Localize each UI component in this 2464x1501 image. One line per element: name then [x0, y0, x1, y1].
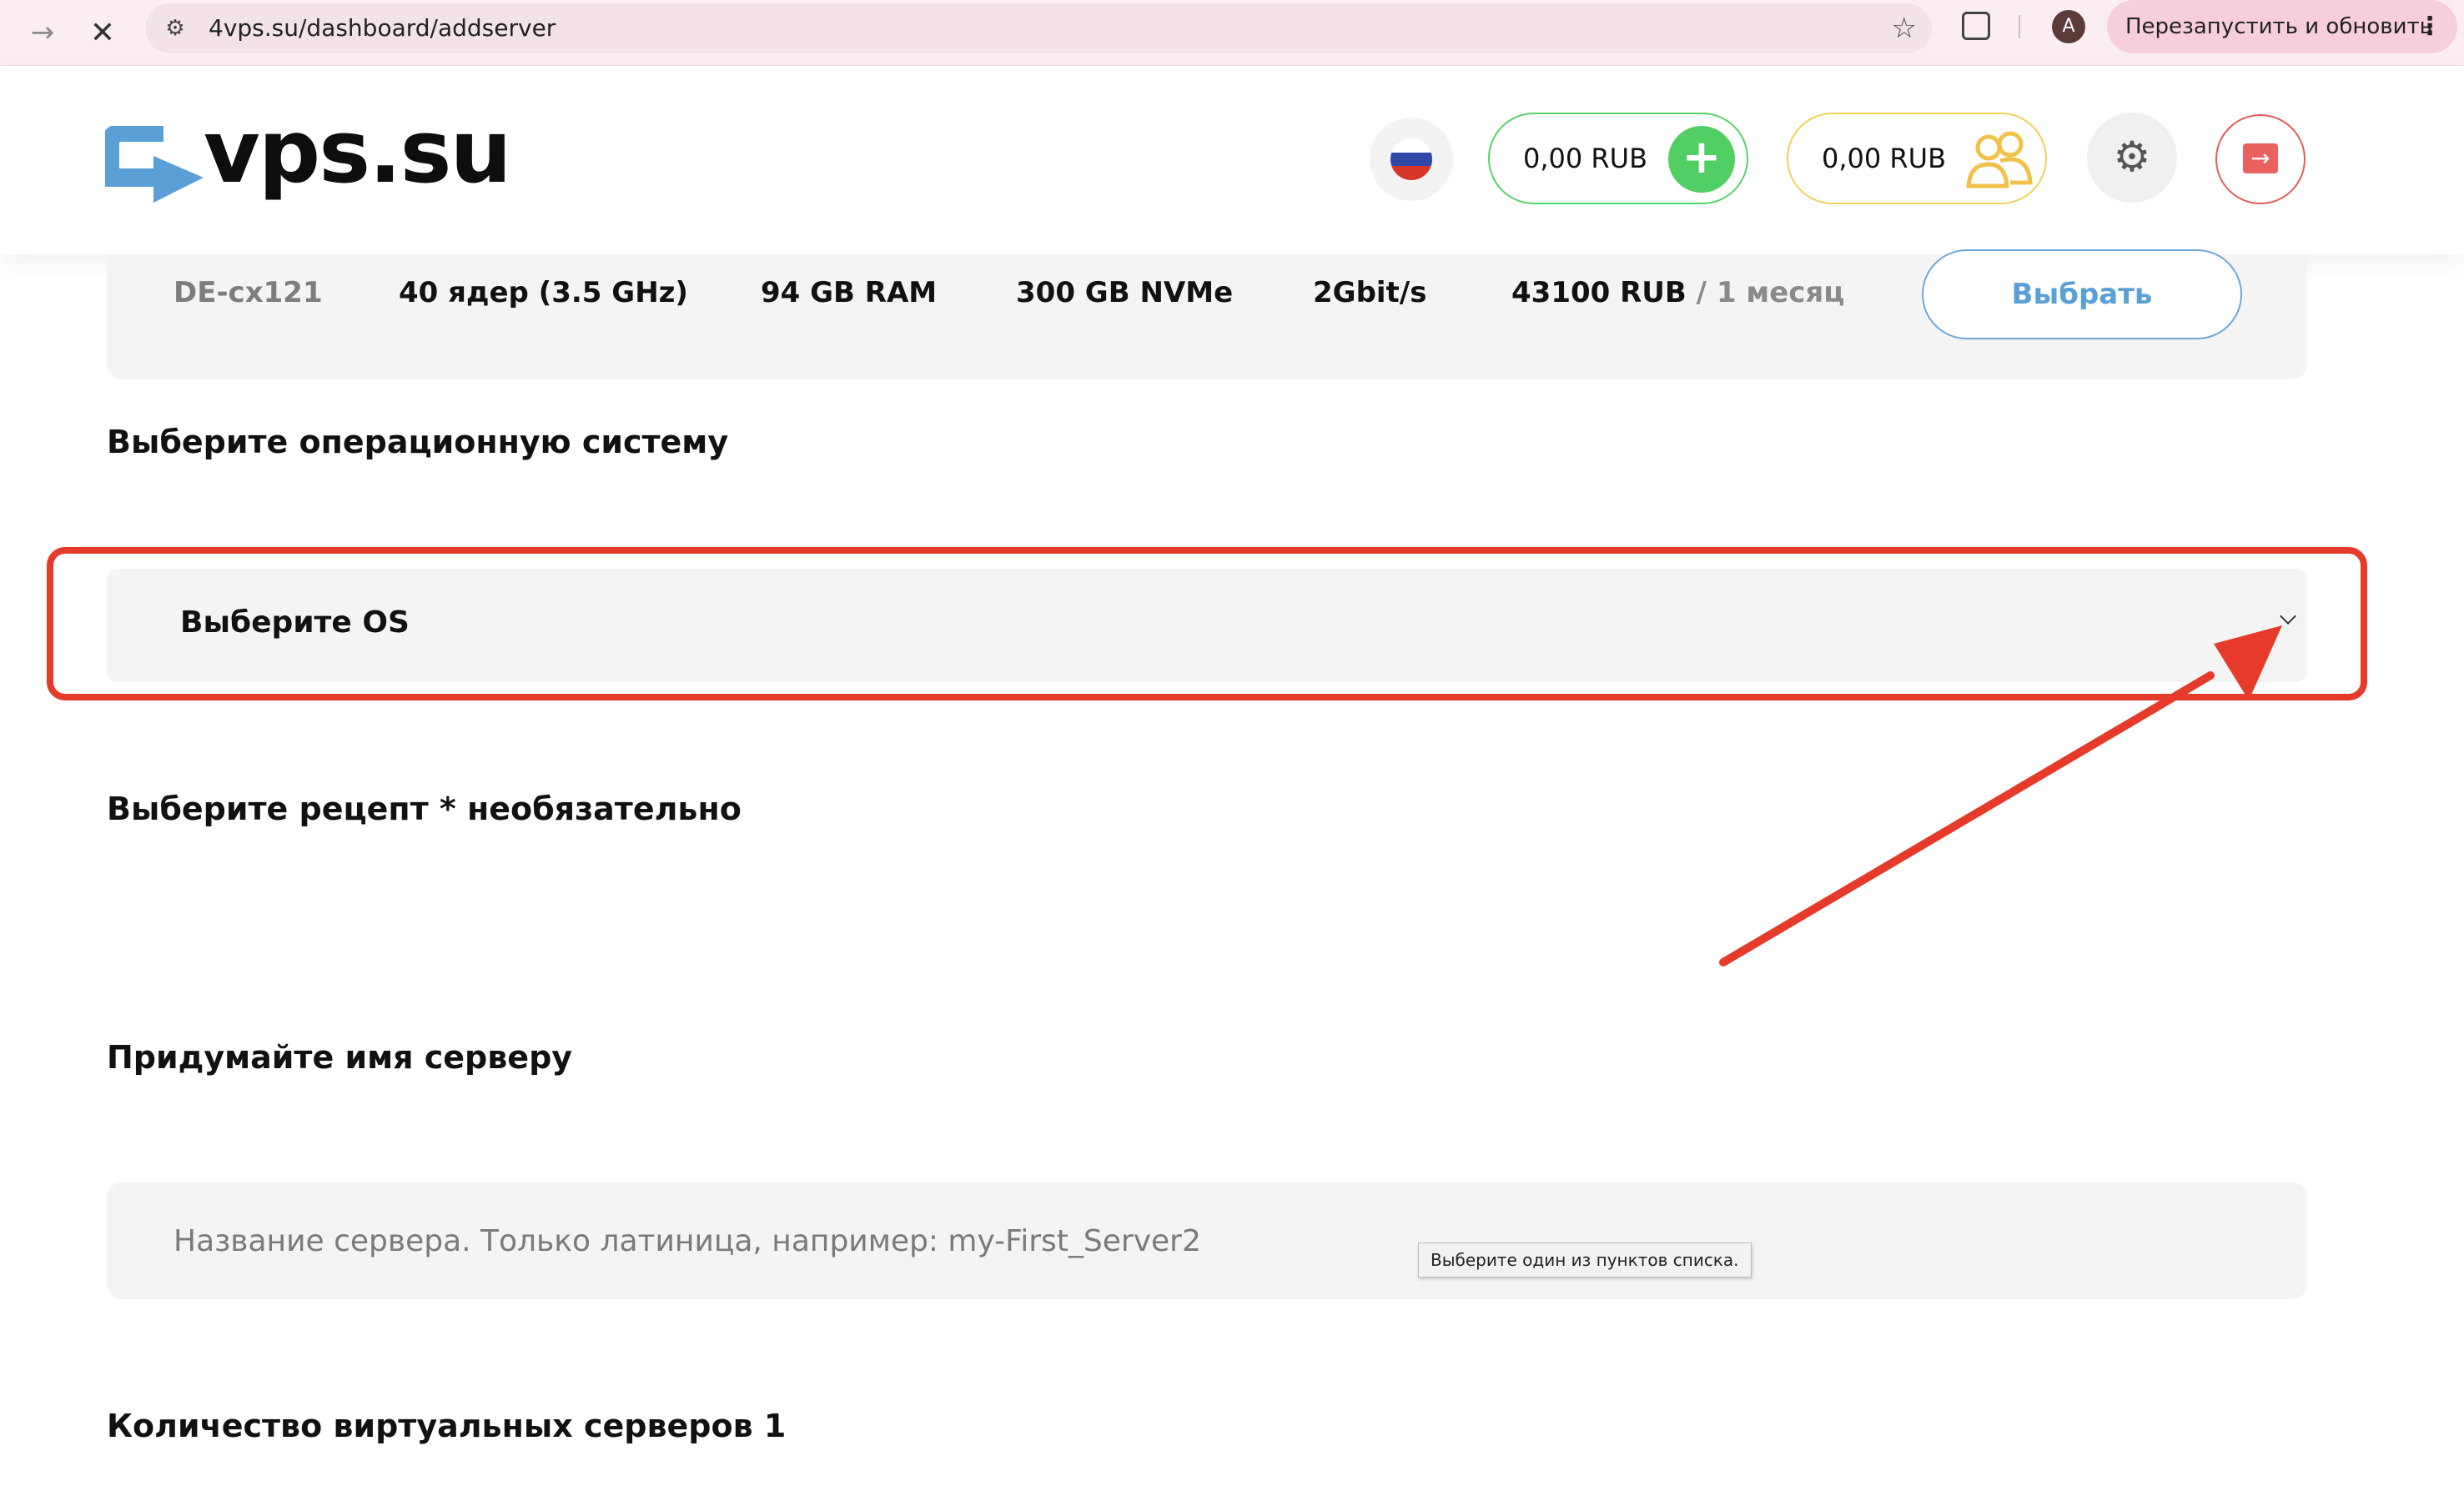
server-count-value: 1 [763, 1408, 787, 1444]
address-bar[interactable]: ⚙ 4vps.su/dashboard/addserver ☆ [145, 3, 1932, 53]
tariff-ram: 94 GB RAM [761, 276, 938, 309]
server-count-label: Количество виртуальных серверов [107, 1408, 753, 1444]
relaunch-label: Перезапустить и обновить [2125, 14, 2432, 39]
referrals-icon[interactable] [1964, 124, 2034, 194]
tariff-name: DE-cx121 [173, 276, 323, 309]
extensions-icon[interactable] [1962, 12, 1990, 40]
server-count-title: Количество виртуальных серверов 1 [107, 1408, 786, 1444]
logout-button[interactable]: → [2215, 114, 2306, 204]
logo-text: vps.su [204, 101, 512, 203]
server-name-title: Придумайте имя серверу [107, 1039, 573, 1076]
select-tariff-button[interactable]: Выбрать [1922, 249, 2242, 339]
logo-arrow-icon [105, 126, 204, 203]
profile-avatar[interactable]: A [2052, 10, 2085, 43]
tariff-period: / 1 месяц [1696, 276, 1845, 309]
main-balance[interactable]: 0,00 RUB + [1488, 113, 1748, 204]
browser-toolbar: → ✕ ⚙ 4vps.su/dashboard/addserver ☆ A Пе… [0, 0, 2464, 66]
server-name-input[interactable] [107, 1182, 2307, 1299]
forward-icon[interactable]: → [20, 10, 65, 55]
russia-flag-icon [1390, 138, 1432, 180]
language-flag-button[interactable] [1370, 118, 1453, 201]
tariff-row: DE-cx121 40 ядер (3.5 GHz) 94 GB RAM 300… [107, 249, 2307, 379]
toolbar-divider [2019, 15, 2020, 38]
tariff-network: 2Gbit/s [1313, 276, 1427, 309]
bookmark-star-icon[interactable]: ☆ [1892, 8, 1917, 48]
validation-tooltip: Выберите один из пунктов списка. [1418, 1242, 1752, 1278]
settings-gear-icon[interactable]: ⚙ [2087, 113, 2177, 203]
tariff-disk: 300 GB NVMe [1016, 276, 1234, 309]
tariff-price-value: 43100 RUB [1511, 276, 1687, 309]
tariff-price: 43100 RUB / 1 месяц [1511, 276, 1844, 309]
site-header: vps.su 0,00 RUB + 0,00 RUB ⚙ → [0, 66, 2464, 254]
main-balance-value: 0,00 RUB [1523, 143, 1648, 174]
annotation-highlight-box [47, 547, 2367, 700]
browser-menu-icon[interactable]: ⋮ [2417, 0, 2442, 53]
stop-loading-icon[interactable]: ✕ [80, 10, 125, 55]
add-funds-icon[interactable]: + [1668, 126, 1735, 193]
os-section-title: Выберите операционную систему [107, 424, 729, 460]
site-settings-icon[interactable]: ⚙ [160, 13, 190, 43]
tariff-cpu: 40 ядер (3.5 GHz) [399, 276, 688, 309]
logout-icon: → [2243, 143, 2278, 173]
relaunch-update-button[interactable]: Перезапустить и обновить ⋮ [2107, 0, 2457, 53]
url-text[interactable]: 4vps.su/dashboard/addserver [209, 3, 556, 53]
site-logo[interactable]: vps.su [105, 101, 512, 219]
partner-balance[interactable]: 0,00 RUB [1787, 113, 2047, 204]
partner-balance-value: 0,00 RUB [1822, 143, 1947, 174]
recipe-section-title: Выберите рецепт * необязательно [107, 791, 742, 827]
